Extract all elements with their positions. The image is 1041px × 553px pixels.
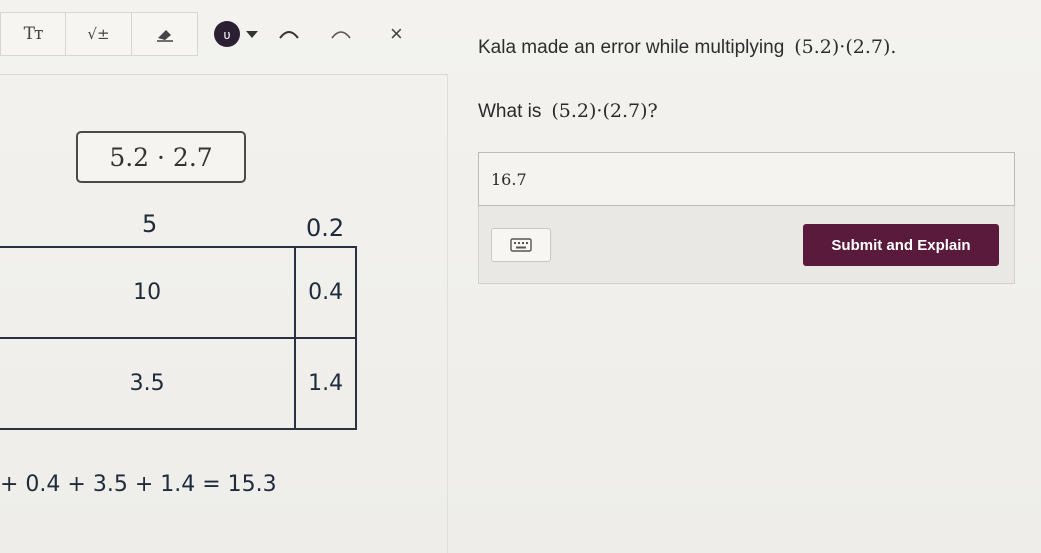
answer-input[interactable]: 16.7 [478, 152, 1015, 206]
expression-box: 5.2 · 2.7 [76, 131, 246, 183]
table-cell: 0.4 [294, 246, 357, 339]
problem-expression: (5.2)·(2.7). [794, 36, 897, 58]
pen-tool-button[interactable]: ʋ [214, 21, 240, 47]
submit-and-explain-button[interactable]: Submit and Explain [803, 224, 999, 266]
column-label-ones: 5 [142, 210, 158, 238]
table-cell: 3.5 [0, 337, 297, 430]
undo-icon[interactable] [278, 28, 300, 40]
page: Tт √± ʋ × Kala made an error while multi… [0, 0, 1041, 553]
problem-text: Kala made an error while multiplying [478, 37, 785, 58]
question: What is (5.2)·(2.7)? [478, 100, 658, 123]
column-label-tenths: 0.2 [306, 214, 345, 242]
question-text: What is [478, 101, 542, 122]
drawing-toolbar: Tт √± ʋ × [0, 10, 403, 58]
area-model-table: 10 0.4 3.5 1.4 [0, 246, 357, 430]
keyboard-button[interactable] [491, 228, 551, 262]
keyboard-icon [510, 238, 532, 252]
question-expression: (5.2)·(2.7)? [551, 100, 658, 122]
close-icon[interactable]: × [390, 21, 403, 47]
table-row: 3.5 1.4 [0, 337, 357, 430]
redo-icon[interactable] [330, 28, 352, 40]
problem-statement: Kala made an error while multiplying (5.2… [478, 36, 896, 59]
answer-actions: Submit and Explain [478, 206, 1015, 284]
toolbar-divider [0, 74, 448, 75]
table-row: 10 0.4 [0, 246, 357, 339]
text-tool-button[interactable]: Tт [0, 12, 66, 56]
eraser-icon [156, 30, 173, 42]
table-cell: 1.4 [294, 337, 357, 430]
handwritten-sum: + 0.4 + 3.5 + 1.4 = 15.3 [0, 472, 277, 497]
eraser-tool-button[interactable] [132, 12, 198, 56]
pen-icon: ʋ [223, 26, 231, 42]
panel-divider [447, 74, 448, 553]
chevron-down-icon[interactable] [246, 30, 258, 38]
math-tool-button[interactable]: √± [66, 12, 132, 56]
table-cell: 10 [0, 246, 297, 339]
